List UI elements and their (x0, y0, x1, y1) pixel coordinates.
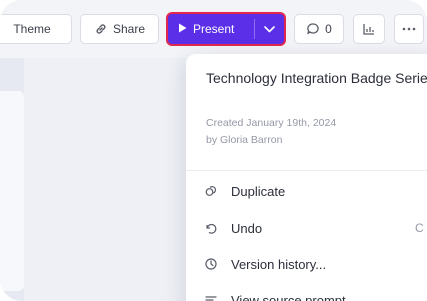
app-window: Theme Share Present 0 Technology Integra… (0, 0, 427, 301)
chevron-down-icon (264, 20, 275, 38)
share-button[interactable]: Share (80, 14, 159, 44)
top-toolbar: Theme Share Present 0 (0, 0, 427, 58)
present-dropdown-menu: Technology Integration Badge Series Crea… (186, 54, 427, 301)
analytics-button[interactable] (353, 14, 385, 44)
comment-count: 0 (325, 22, 332, 36)
ellipsis-icon (402, 27, 416, 31)
source-prompt-icon (204, 293, 218, 301)
menu-item-label: Version history... (231, 256, 327, 272)
menu-item-version-history[interactable]: Version history... (186, 249, 427, 279)
author-name: by Gloria Barron (206, 134, 283, 146)
comment-icon (306, 22, 320, 36)
theme-label: Theme (13, 22, 51, 36)
menu-item-view-source-prompt[interactable]: View source prompt (186, 285, 427, 301)
menu-item-undo[interactable]: Undo C (186, 213, 427, 243)
undo-icon (204, 221, 218, 235)
more-options-button[interactable] (394, 14, 424, 44)
comments-button[interactable]: 0 (294, 14, 344, 44)
menu-item-label: Undo (231, 220, 263, 236)
present-button-group[interactable]: Present (166, 12, 286, 46)
menu-item-label: View source prompt (231, 292, 346, 301)
created-date: Created January 19th, 2024 (206, 117, 337, 129)
document-title: Technology Integration Badge Series (206, 70, 427, 86)
menu-item-label: Duplicate (231, 183, 286, 199)
chart-icon (362, 22, 376, 36)
present-dropdown-toggle[interactable] (255, 14, 284, 44)
canvas-area (0, 46, 24, 301)
slide-page[interactable] (0, 91, 24, 291)
share-label: Share (112, 22, 146, 36)
menu-item-shortcut: C (415, 221, 424, 235)
history-icon (204, 257, 218, 271)
menu-divider (186, 170, 427, 171)
menu-item-duplicate[interactable]: Duplicate (186, 176, 427, 206)
link-icon (94, 22, 108, 36)
theme-button[interactable]: Theme (0, 14, 72, 44)
present-button[interactable]: Present (168, 14, 254, 44)
document-meta: Created January 19th, 2024 by Gloria Bar… (206, 115, 336, 149)
present-label: Present (193, 22, 235, 36)
play-icon (178, 22, 187, 36)
duplicate-icon (204, 184, 218, 198)
